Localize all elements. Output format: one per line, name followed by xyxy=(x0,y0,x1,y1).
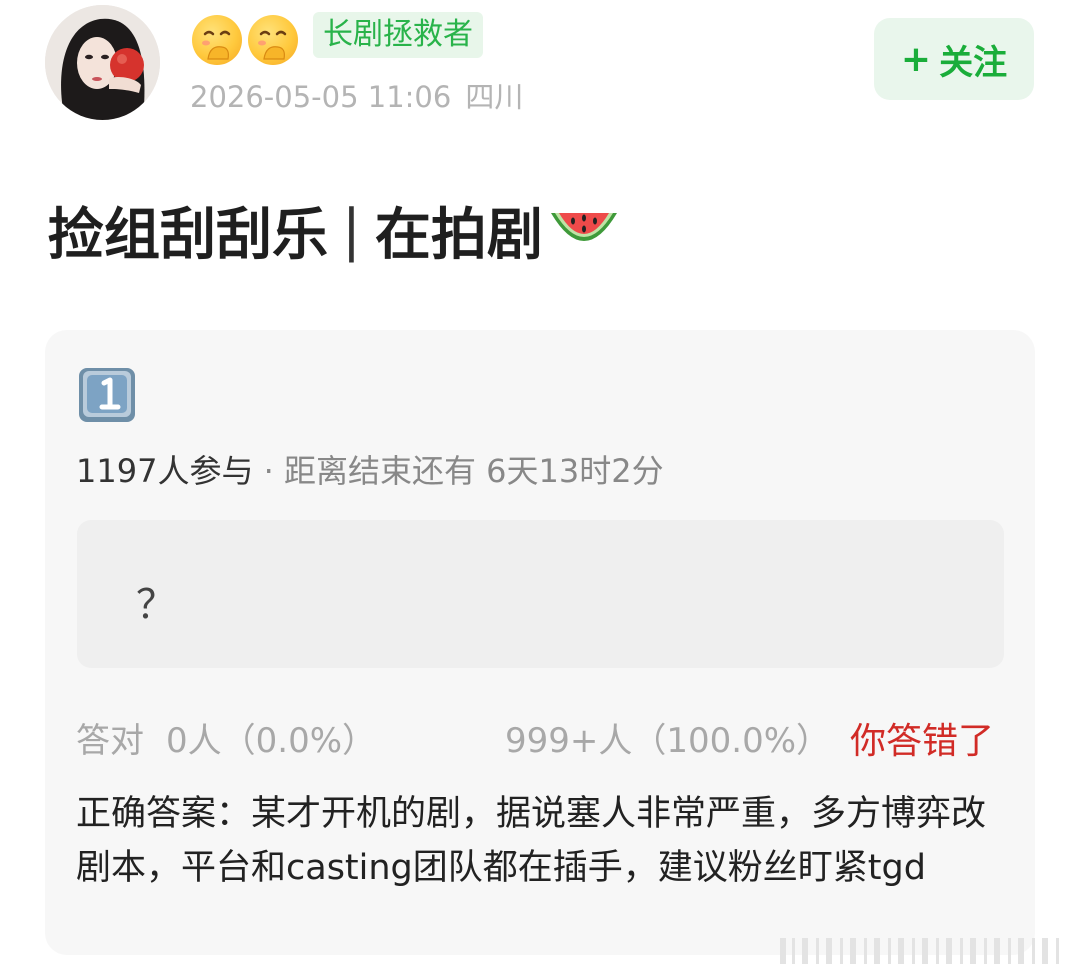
correct-result: 答对 0人（0.0%） xyxy=(76,713,376,762)
correct-value: 0人（0.0%） xyxy=(166,721,377,761)
location: 四川 xyxy=(465,80,524,114)
post-meta: 2026-05-05 11:06 四川 xyxy=(190,74,523,116)
title-part1: 捡组刮刮乐 xyxy=(48,203,328,268)
follow-label: 关注 xyxy=(939,42,1008,83)
hand-over-mouth-face-icon xyxy=(248,15,298,65)
watermark xyxy=(780,938,1059,964)
other-result: 999+人（100.0%） xyxy=(505,721,831,761)
correct-answer: 正确答案：某才开机的剧，据说塞人非常严重，多方博弈改剧本，平台和casting团… xyxy=(76,794,987,888)
plus-icon: + xyxy=(900,38,932,80)
post-title: 捡组刮刮乐 | 在拍剧 xyxy=(48,190,621,271)
user-badge[interactable]: 长剧拯救者 xyxy=(313,12,483,58)
title-part2: 在拍剧 xyxy=(374,203,543,268)
quiz-option[interactable] xyxy=(77,520,1004,668)
avatar[interactable] xyxy=(45,5,160,120)
correct-label: 答对 xyxy=(76,721,144,761)
hand-over-mouth-face-icon xyxy=(192,15,242,65)
stats-separator: · xyxy=(253,452,284,490)
time-left: 距离结束还有 6天13时2分 xyxy=(283,452,664,490)
quiz-option-text: ？ xyxy=(136,582,176,628)
follow-button[interactable]: + 关注 xyxy=(874,18,1034,100)
wrong-label: 你答错了 xyxy=(850,721,995,762)
quiz-stats: 1197人参与 · 距离结束还有 6天13时2分 xyxy=(76,446,664,492)
participant-count: 1197人参与 xyxy=(76,452,254,490)
timestamp: 2026-05-05 11:06 xyxy=(190,80,452,114)
keycap-1-icon xyxy=(79,368,135,422)
title-separator: | xyxy=(342,198,361,263)
watermelon-icon xyxy=(550,212,617,241)
